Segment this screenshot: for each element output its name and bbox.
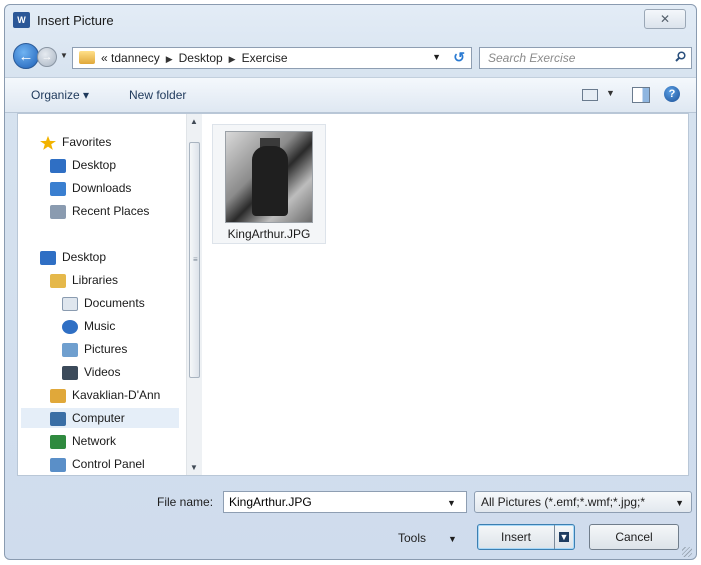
recent-locations-dropdown[interactable]: ▼ bbox=[60, 51, 68, 60]
navigation-pane: Favorites Desktop Downloads Recent Place… bbox=[18, 114, 186, 475]
nav-item-label: Network bbox=[72, 434, 117, 448]
figure-shape bbox=[252, 146, 288, 216]
search-box[interactable]: Search Exercise bbox=[479, 47, 692, 69]
nav-item-music[interactable]: Music bbox=[62, 316, 115, 336]
nav-item-label: Desktop bbox=[72, 158, 117, 172]
resize-grip-icon[interactable] bbox=[682, 547, 692, 557]
nav-item-label: Documents bbox=[84, 296, 145, 310]
cancel-button[interactable]: Cancel bbox=[589, 524, 679, 550]
scroll-up-icon[interactable]: ▲ bbox=[190, 117, 198, 126]
nav-item-label: Computer bbox=[72, 411, 125, 425]
network-icon bbox=[50, 434, 66, 449]
nav-item-user-folder[interactable]: Kavaklian-D'Ann bbox=[50, 385, 160, 405]
user-folder-icon bbox=[50, 388, 66, 403]
downloads-icon bbox=[50, 181, 66, 196]
close-button[interactable]: ✕ bbox=[644, 9, 686, 29]
nav-item-label: Favorites bbox=[62, 135, 112, 149]
address-dropdown-icon[interactable]: ▼ bbox=[432, 52, 441, 62]
file-name-dropdown-icon[interactable]: ▼ bbox=[447, 498, 456, 508]
recent-places-icon bbox=[50, 204, 66, 219]
nav-item-control-panel[interactable]: Control Panel bbox=[50, 454, 145, 474]
nav-item-label: Videos bbox=[84, 365, 121, 379]
videos-icon bbox=[62, 365, 78, 380]
nav-scrollbar[interactable]: ▲ ≡ ▼ bbox=[186, 114, 202, 475]
libraries-icon bbox=[50, 273, 66, 288]
file-type-value: All Pictures (*.emf;*.wmf;*.jpg;* bbox=[481, 495, 646, 509]
nav-item-label: Desktop bbox=[62, 250, 107, 264]
nav-item-network[interactable]: Network bbox=[50, 431, 116, 451]
file-name-input[interactable] bbox=[223, 491, 467, 513]
file-list: KingArthur.JPG bbox=[202, 114, 688, 475]
breadcrumb-item[interactable]: Desktop bbox=[179, 51, 223, 65]
organize-button[interactable]: Organize ▾ bbox=[31, 88, 89, 102]
nav-item-label: Control Panel bbox=[72, 457, 145, 471]
breadcrumb: « tdannecy ▶ Desktop ▶ Exercise bbox=[101, 51, 288, 65]
desktop-icon bbox=[40, 250, 56, 265]
nav-item-label: Recent Places bbox=[72, 204, 150, 218]
nav-item-desktop-fav[interactable]: Desktop bbox=[50, 155, 116, 175]
nav-item-documents[interactable]: Documents bbox=[62, 293, 145, 313]
desktop-icon bbox=[50, 158, 66, 173]
change-view-icon[interactable] bbox=[582, 89, 598, 101]
navigation-row: ← → ▼ « tdannecy ▶ Desktop ▶ Exercise ▼ ↺ Se… bbox=[5, 39, 696, 71]
nav-item-videos[interactable]: Videos bbox=[62, 362, 120, 382]
nav-item-label: Pictures bbox=[84, 342, 128, 356]
scroll-down-icon[interactable]: ▼ bbox=[190, 463, 198, 472]
insert-button[interactable]: Insert ▼ bbox=[477, 524, 575, 550]
file-type-select[interactable]: All Pictures (*.emf;*.wmf;*.jpg;* ▼ bbox=[474, 491, 692, 513]
scrollbar-thumb[interactable]: ≡ bbox=[189, 142, 200, 378]
folder-icon bbox=[79, 51, 95, 64]
documents-icon bbox=[62, 296, 78, 311]
control-panel-icon bbox=[50, 457, 66, 472]
image-thumbnail bbox=[225, 131, 313, 223]
address-bar[interactable]: « tdannecy ▶ Desktop ▶ Exercise ▼ ↺ bbox=[72, 47, 472, 69]
refresh-icon[interactable]: ↺ bbox=[453, 49, 465, 66]
dialog-title: Insert Picture bbox=[37, 13, 114, 28]
pictures-icon bbox=[62, 342, 78, 357]
footer: File name: ▼ All Pictures (*.emf;*.wmf;*… bbox=[5, 481, 696, 561]
content-area: Favorites Desktop Downloads Recent Place… bbox=[17, 113, 689, 476]
nav-item-label: Music bbox=[84, 319, 116, 333]
command-toolbar: Organize ▾ New folder ▼ ? bbox=[5, 77, 696, 113]
music-icon bbox=[62, 319, 78, 334]
tools-button[interactable]: Tools bbox=[398, 531, 426, 545]
insert-options-dropdown[interactable]: ▼ bbox=[554, 525, 575, 549]
chevron-down-icon: ▼ bbox=[559, 532, 569, 542]
nav-item-libraries[interactable]: Libraries bbox=[50, 270, 118, 290]
breadcrumb-item[interactable]: « tdannecy bbox=[101, 51, 160, 65]
preview-pane-icon[interactable] bbox=[632, 87, 650, 103]
star-icon bbox=[40, 135, 56, 150]
title-bar: W Insert Picture ✕ bbox=[5, 5, 696, 35]
forward-button[interactable]: → bbox=[37, 47, 57, 67]
grip-icon: ≡ bbox=[193, 255, 198, 264]
nav-item-label: Downloads bbox=[72, 181, 132, 195]
nav-item-downloads[interactable]: Downloads bbox=[50, 178, 131, 198]
nav-item-desktop[interactable]: Desktop bbox=[40, 247, 106, 267]
search-placeholder: Search Exercise bbox=[488, 51, 576, 65]
tools-dropdown-icon[interactable]: ▼ bbox=[448, 534, 457, 544]
file-item[interactable]: KingArthur.JPG bbox=[212, 124, 326, 244]
word-app-icon: W bbox=[13, 12, 30, 28]
insert-picture-dialog: W Insert Picture ✕ ← → ▼ « tdannecy ▶ Desk… bbox=[4, 4, 697, 560]
nav-item-recent-places[interactable]: Recent Places bbox=[50, 201, 149, 221]
search-icon bbox=[675, 51, 686, 62]
nav-item-pictures[interactable]: Pictures bbox=[62, 339, 127, 359]
nav-item-favorites[interactable]: Favorites bbox=[40, 132, 111, 152]
nav-item-computer[interactable]: Computer bbox=[21, 408, 179, 428]
breadcrumb-item[interactable]: Exercise bbox=[242, 51, 288, 65]
nav-item-label: Libraries bbox=[72, 273, 119, 287]
chevron-right-icon[interactable]: ▶ bbox=[229, 54, 236, 64]
chevron-right-icon[interactable]: ▶ bbox=[166, 54, 173, 64]
nav-item-label: Kavaklian-D'Ann bbox=[72, 388, 161, 402]
file-name-label: File name: bbox=[157, 495, 214, 509]
computer-icon bbox=[50, 411, 66, 426]
view-options-dropdown[interactable]: ▼ bbox=[606, 88, 615, 98]
insert-label: Insert bbox=[500, 530, 531, 544]
new-folder-button[interactable]: New folder bbox=[129, 88, 186, 102]
file-name-label: KingArthur.JPG bbox=[227, 227, 311, 241]
help-icon[interactable]: ? bbox=[664, 86, 680, 102]
chevron-down-icon: ▼ bbox=[675, 498, 684, 508]
back-button[interactable]: ← bbox=[13, 43, 39, 69]
